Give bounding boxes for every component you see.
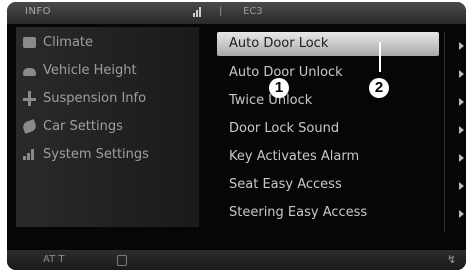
submenu-arrow-icon[interactable] xyxy=(459,126,464,134)
left-menu-label: Vehicle Height xyxy=(43,63,137,78)
menu-item-door-lock-sound[interactable]: Door Lock Sound xyxy=(217,116,461,144)
menu-item-auto-door-unlock[interactable]: Auto Door Unlock xyxy=(217,60,461,88)
signal-strength-icon xyxy=(193,6,203,17)
top-status-bar: INFO | EC3 xyxy=(7,2,466,24)
left-menu-item-suspension-info[interactable]: Suspension Info xyxy=(23,86,201,114)
right-menu: Auto Door Lock Auto Door Unlock Twice Un… xyxy=(217,32,461,228)
menu-item-seat-easy-access[interactable]: Seat Easy Access xyxy=(217,172,461,200)
left-menu-label: System Settings xyxy=(43,147,149,162)
header-separator: | xyxy=(219,6,223,17)
navigate-icon[interactable]: ↯ xyxy=(447,253,456,266)
menu-item-label: Seat Easy Access xyxy=(229,177,342,192)
signal-icon xyxy=(23,149,36,160)
left-menu-item-climate[interactable]: Climate xyxy=(23,30,201,58)
menu-item-label: Door Lock Sound xyxy=(229,121,340,136)
callout-2-leader-line xyxy=(379,42,381,72)
climate-icon xyxy=(23,37,36,48)
left-menu-label: Car Settings xyxy=(43,119,123,134)
suspension-icon xyxy=(23,91,36,106)
menu-item-label: Auto Door Lock xyxy=(229,36,329,51)
callout-2-badge: 2 xyxy=(369,78,389,98)
left-menu-item-system-settings[interactable]: System Settings xyxy=(23,142,201,170)
wrench-icon xyxy=(21,119,38,134)
menu-item-label: Auto Door Unlock xyxy=(229,65,343,80)
submenu-arrow-icon[interactable] xyxy=(459,182,464,190)
submenu-arrow-icon[interactable] xyxy=(459,210,464,218)
submenu-arrow-icon[interactable] xyxy=(459,98,464,106)
phone-icon xyxy=(117,255,127,266)
left-menu: Climate Vehicle Height Suspension Info C… xyxy=(21,30,201,170)
bottom-status-bar: AT T ↯ xyxy=(7,250,466,270)
menu-item-auto-door-lock[interactable]: Auto Door Lock xyxy=(217,32,439,56)
left-menu-label: Climate xyxy=(43,35,94,50)
menu-item-steering-easy-access[interactable]: Steering Easy Access xyxy=(217,200,461,228)
menu-item-label: Steering Easy Access xyxy=(229,205,368,220)
menu-item-label: Twice Unlock xyxy=(229,93,313,108)
submenu-arrow-icon[interactable] xyxy=(459,42,464,50)
display-screen: INFO | EC3 Climate Vehicle Height Suspen… xyxy=(7,2,466,270)
menu-item-label: Key Activates Alarm xyxy=(229,149,360,164)
menu-item-key-activates-alarm[interactable]: Key Activates Alarm xyxy=(217,144,461,172)
header-ext-label: EC3 xyxy=(243,6,263,17)
callout-1-badge: 1 xyxy=(269,78,289,98)
submenu-arrow-icon[interactable] xyxy=(459,70,464,78)
bottom-left-label: AT T xyxy=(43,254,65,265)
left-menu-item-vehicle-height[interactable]: Vehicle Height xyxy=(23,58,201,86)
submenu-arrow-icon[interactable] xyxy=(459,154,464,162)
screen-title: INFO xyxy=(25,6,52,17)
car-icon xyxy=(23,68,36,76)
menu-item-twice-unlock[interactable]: Twice Unlock xyxy=(217,88,461,116)
left-menu-label: Suspension Info xyxy=(43,91,147,106)
left-menu-item-car-settings[interactable]: Car Settings xyxy=(21,114,201,142)
